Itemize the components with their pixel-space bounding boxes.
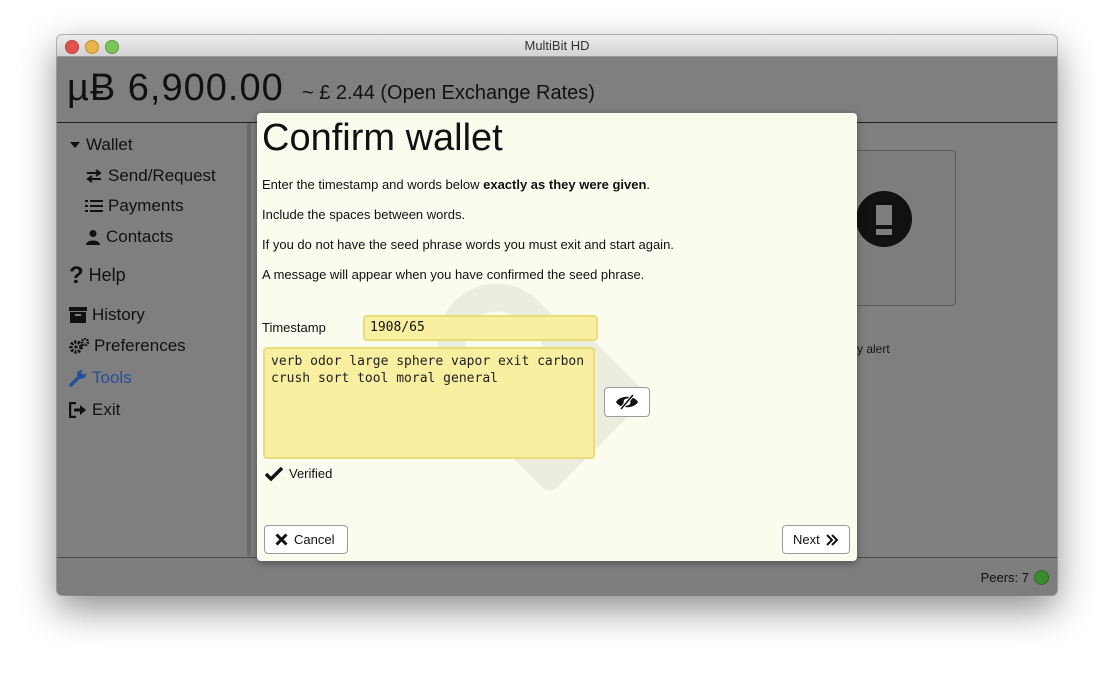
instruction-line-2: Include the spaces between words.: [262, 207, 466, 222]
instruction-line-3: If you do not have the seed phrase words…: [262, 237, 674, 252]
dialog-title: Confirm wallet: [262, 117, 503, 159]
confirm-wallet-dialog: Confirm wallet Enter the timestamp and w…: [257, 113, 857, 561]
sidebar-item-label: Preferences: [94, 336, 186, 355]
instruction-text: Enter the timestamp and words below: [262, 177, 484, 192]
list-icon: [85, 200, 103, 212]
sidebar-item-label: Send/Request: [108, 166, 216, 185]
gears-icon: [69, 338, 89, 354]
sign-out-icon: [69, 402, 86, 418]
verified-label: Verified: [289, 466, 333, 481]
instruction-line-4: A message will appear when you have conf…: [262, 267, 645, 282]
sidebar-item-payments[interactable]: Payments: [85, 196, 184, 216]
sidebar-item-help[interactable]: ? Help: [69, 261, 126, 289]
sidebar: Wallet Send/Request Payments Contacts ?: [57, 123, 251, 556]
close-icon: [275, 533, 288, 546]
sidebar-item-tools[interactable]: Tools: [69, 368, 132, 388]
sidebar-item-label: Tools: [92, 368, 132, 387]
eye-slash-icon: [616, 394, 638, 410]
window-title: MultiBit HD: [524, 38, 590, 53]
double-chevron-right-icon: [826, 533, 839, 546]
timestamp-label: Timestamp: [262, 320, 326, 335]
toggle-seed-visibility-button[interactable]: [604, 387, 650, 417]
wrench-icon: [69, 370, 86, 387]
exchange-icon: [86, 169, 102, 183]
sidebar-item-label: History: [92, 305, 145, 324]
sidebar-item-preferences[interactable]: Preferences: [69, 336, 186, 356]
bitcoin-balance: µɃ 6,900.00: [67, 67, 284, 109]
caret-down-icon: [70, 142, 80, 148]
sidebar-item-send-request[interactable]: Send/Request: [85, 166, 216, 186]
alert-icon: [856, 191, 912, 247]
next-button[interactable]: Next: [782, 525, 850, 554]
cancel-label: Cancel: [294, 532, 335, 547]
seed-phrase-textarea[interactable]: verb odor large sphere vapor exit carbon…: [263, 347, 595, 459]
timestamp-input[interactable]: 1908/65: [363, 315, 598, 341]
sidebar-item-label: Payments: [108, 196, 184, 215]
sidebar-item-label: Contacts: [106, 227, 174, 246]
fiat-balance: ~ £ 2.44 (Open Exchange Rates): [302, 82, 595, 104]
sidebar-item-contacts[interactable]: Contacts: [85, 227, 173, 247]
peers-count: Peers: 7: [980, 570, 1029, 585]
question-icon: ?: [69, 261, 84, 289]
instruction-emphasis: exactly as they were given: [483, 177, 647, 192]
checkmark-icon: [265, 466, 283, 481]
sidebar-item-label: Wallet: [86, 135, 133, 154]
sidebar-item-history[interactable]: History: [69, 305, 145, 325]
sidebar-item-exit[interactable]: Exit: [69, 400, 120, 420]
status-bar: Peers: 7: [57, 557, 1057, 595]
title-bar: MultiBit HD: [57, 35, 1057, 57]
sidebar-item-wallet[interactable]: Wallet: [69, 135, 133, 155]
verified-status: Verified: [265, 466, 332, 481]
instruction-line-1: Enter the timestamp and words below exac…: [262, 177, 650, 192]
archive-icon: [69, 307, 87, 323]
sidebar-item-label: Exit: [92, 400, 121, 419]
cancel-button[interactable]: Cancel: [264, 525, 348, 554]
next-label: Next: [793, 532, 820, 547]
instruction-text-end: .: [646, 177, 651, 192]
network-status-indicator: [1034, 570, 1049, 585]
sidebar-item-label: Help: [88, 265, 126, 285]
background-card-label: y alert: [857, 342, 890, 356]
user-icon: [86, 230, 100, 245]
